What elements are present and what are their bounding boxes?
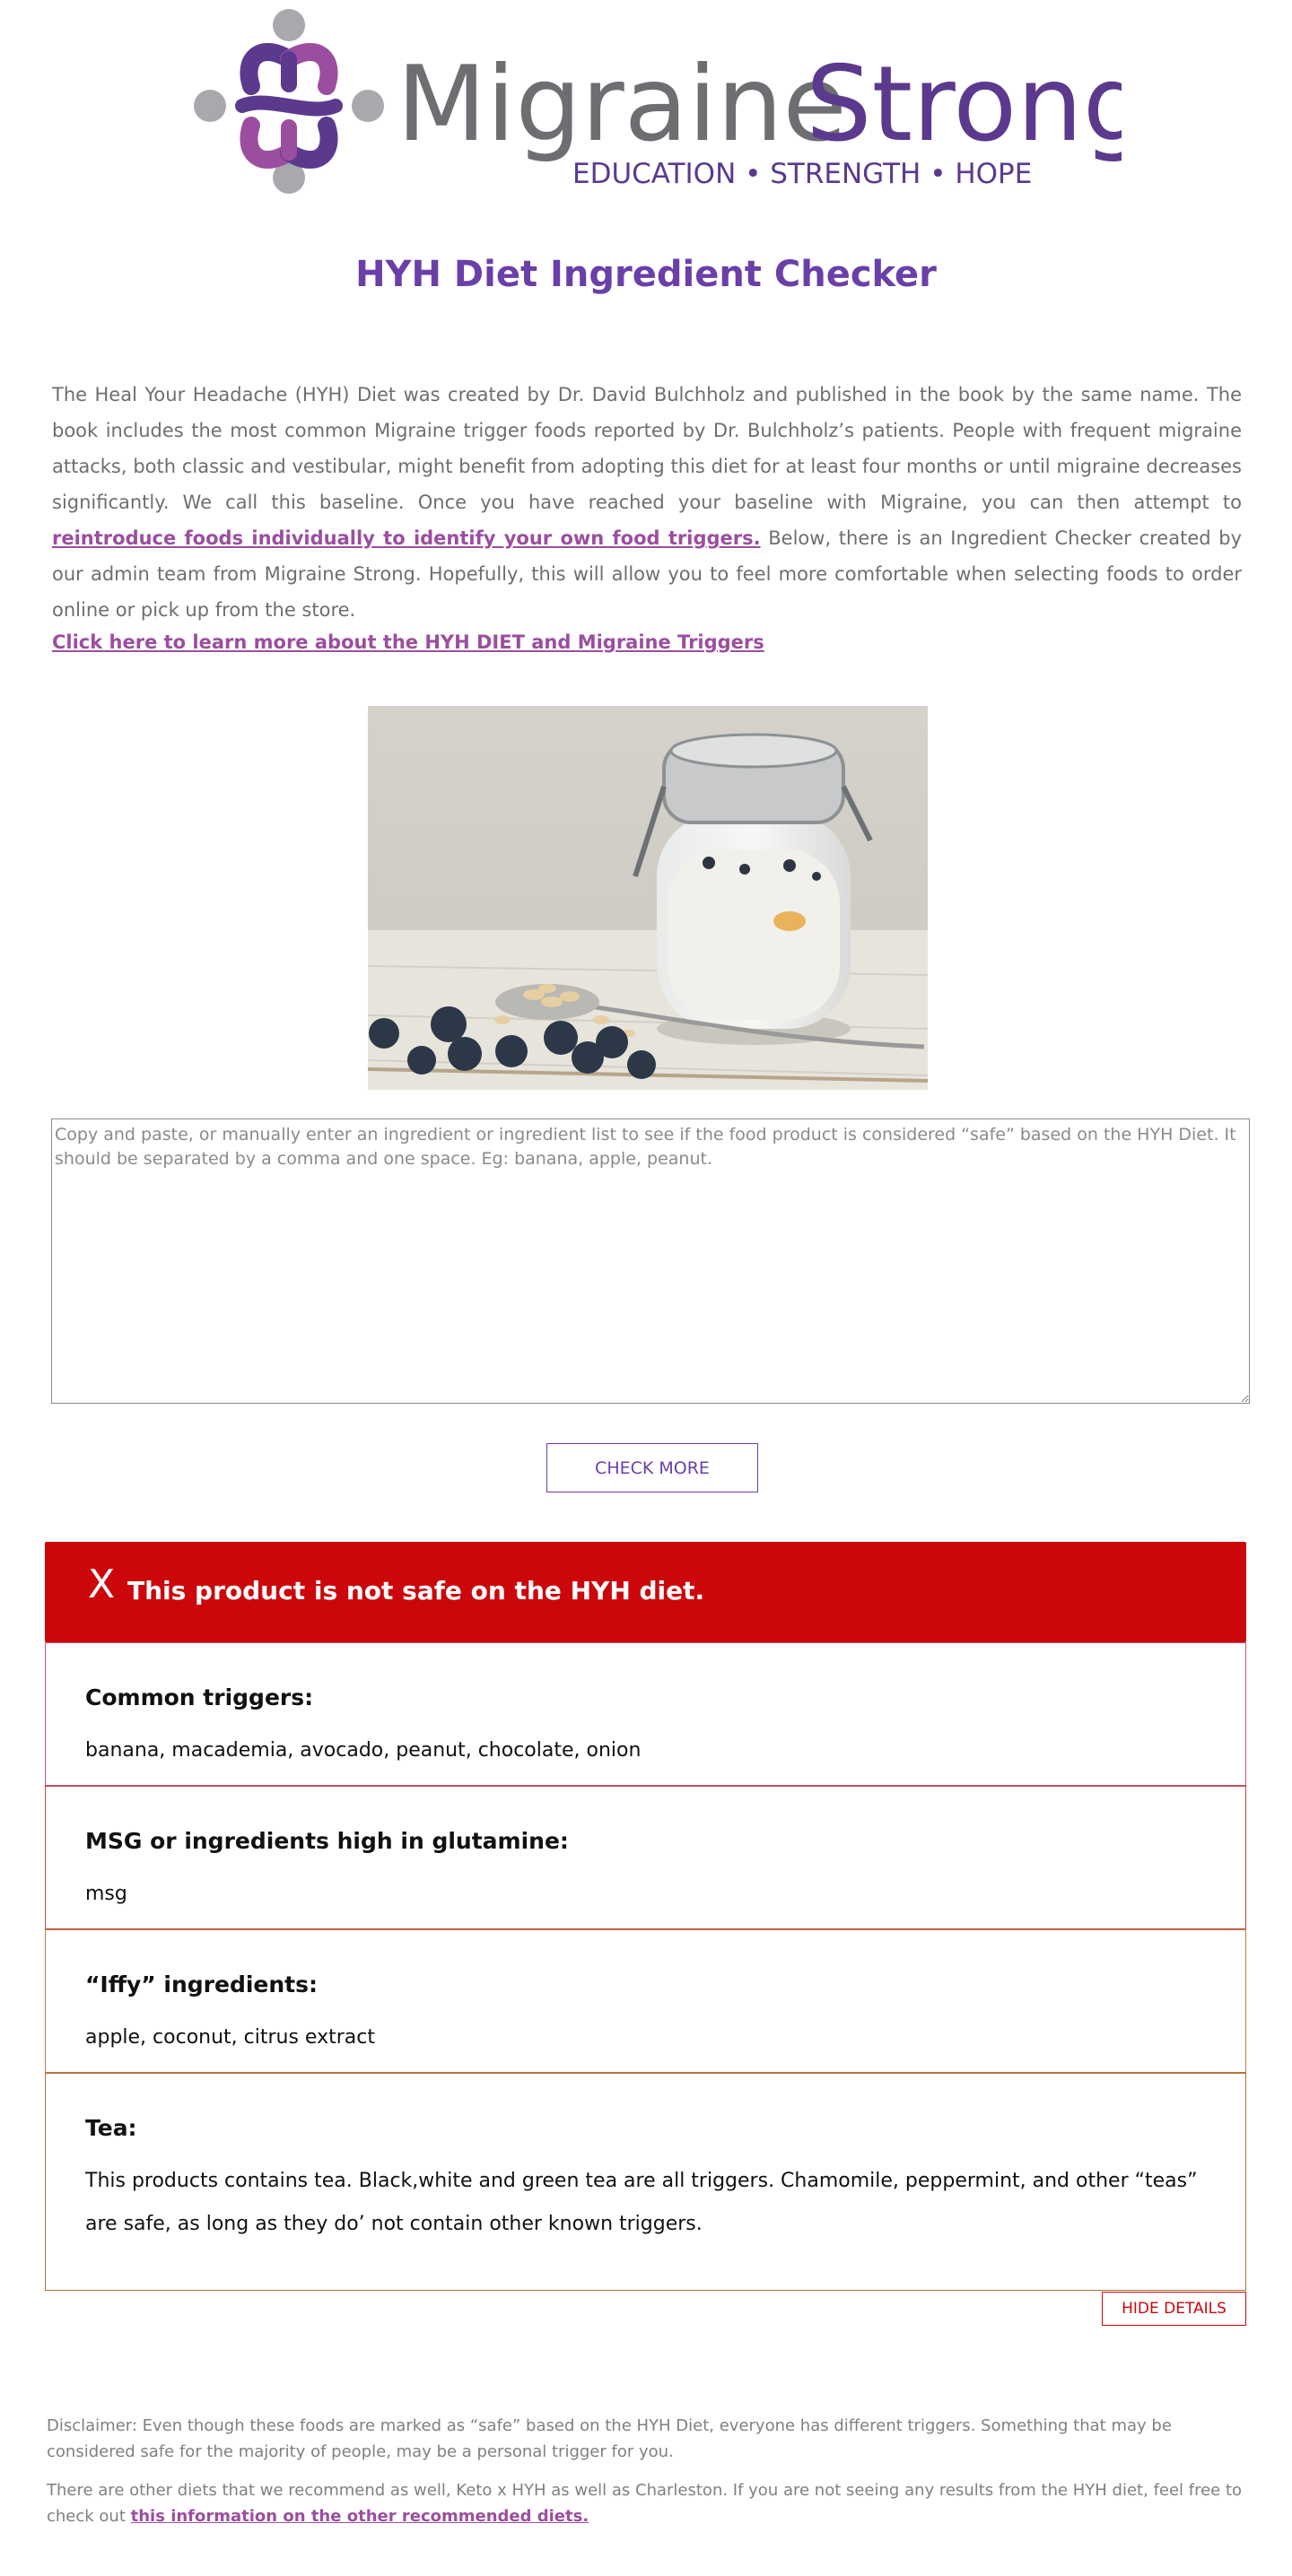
result-section-msg: MSG or ingredients high in glutamine: ms… — [45, 1786, 1246, 1929]
section-items: This products contains tea. Black,white … — [85, 2170, 1198, 2235]
logo-word-migraine: Migraine — [397, 44, 847, 165]
section-items: apple, coconut, citrus extract — [85, 2026, 375, 2049]
other-diets-paragraph: There are other diets that we recommend … — [47, 2477, 1245, 2529]
hide-details-button[interactable]: HIDE DETAILS — [1102, 2292, 1246, 2326]
logo-word-strong: Strong — [806, 44, 1122, 165]
logo-emblem-icon — [194, 9, 384, 194]
section-items: banana, macademia, avocado, peanut, choc… — [85, 1739, 642, 1762]
section-heading: Tea: — [85, 2115, 137, 2141]
reintroduce-foods-link[interactable]: reintroduce foods individually to identi… — [52, 527, 761, 549]
intro-text-before: The Heal Your Headache (HYH) Diet was cr… — [52, 384, 1242, 513]
section-heading: MSG or ingredients high in glutamine: — [85, 1828, 569, 1854]
result-banner: X This product is not safe on the HYH di… — [45, 1542, 1246, 1642]
section-heading: Common triggers: — [85, 1684, 314, 1710]
result-section-tea: Tea: This products contains tea. Black,w… — [45, 2073, 1246, 2291]
learn-more-link[interactable]: Click here to learn more about the HYH D… — [52, 631, 764, 653]
disclaimer-text: Disclaimer: Even though these foods are … — [47, 2416, 1172, 2461]
other-diets-link[interactable]: this information on the other recommende… — [131, 2507, 589, 2526]
oats-jar-photo — [368, 706, 928, 1090]
migraine-strong-logo[interactable]: Migraine Strong EDUCATION • STRENGTH • H… — [188, 5, 1122, 194]
section-items: msg — [85, 1883, 127, 1905]
learn-more-paragraph: Click here to learn more about the HYH D… — [52, 631, 764, 653]
not-safe-x-icon: X — [88, 1562, 116, 1607]
result-section-common-triggers: Common triggers: banana, macademia, avoc… — [45, 1642, 1246, 1786]
check-more-button[interactable]: CHECK MORE — [546, 1443, 758, 1493]
result-message: This product is not safe on the HYH diet… — [127, 1576, 705, 1606]
result-section-iffy: “Iffy” ingredients: apple, coconut, citr… — [45, 1929, 1246, 2073]
logo-tagline: EDUCATION • STRENGTH • HOPE — [572, 158, 1032, 190]
intro-paragraph: The Heal Your Headache (HYH) Diet was cr… — [52, 377, 1242, 628]
section-heading: “Iffy” ingredients: — [85, 1971, 319, 1997]
page-title: HYH Diet Ingredient Checker — [355, 254, 937, 295]
ingredient-list-input[interactable] — [51, 1118, 1250, 1404]
